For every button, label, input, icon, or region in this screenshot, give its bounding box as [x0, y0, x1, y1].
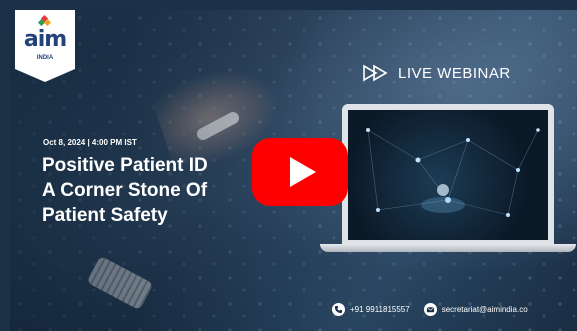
live-webinar-label: LIVE WEBINAR: [398, 64, 511, 82]
email-icon: [423, 302, 437, 316]
aim-india-logo: aim INDIA: [15, 10, 75, 82]
double-chevron-icon: [363, 64, 388, 82]
network-graphic: [366, 128, 540, 217]
title-line-2: A Corner Stone Of: [42, 180, 208, 201]
play-button[interactable]: [252, 138, 348, 206]
contact-bar: +91 9911815557 secretariat@aimindia.co: [332, 298, 577, 320]
video-thumbnail[interactable]: aim INDIA LIVE WEBINAR Oct 8, 2024 | 4:0…: [10, 10, 577, 331]
title-line-1: Positive Patient ID: [42, 155, 208, 176]
phone-icon: [332, 302, 345, 316]
event-date-time: Oct 8, 2024 | 4:00 PM IST: [43, 138, 137, 147]
webinar-title: Positive Patient ID A Corner Stone Of Pa…: [42, 153, 282, 228]
laptop-illustration: [320, 104, 576, 254]
phone-number: +91 9911815557: [350, 304, 410, 314]
email-address: secretariat@aimindia.co: [441, 304, 528, 314]
play-icon: [290, 157, 316, 187]
title-line-3: Patient Safety: [42, 205, 168, 226]
laptop-lid: [342, 104, 554, 244]
logo-wordmark: aim: [23, 27, 67, 52]
laptop-base: [320, 244, 576, 252]
live-webinar-badge: LIVE WEBINAR: [362, 64, 511, 82]
logo-subtitle: INDIA: [36, 55, 54, 61]
laptop-screen: [348, 110, 548, 240]
